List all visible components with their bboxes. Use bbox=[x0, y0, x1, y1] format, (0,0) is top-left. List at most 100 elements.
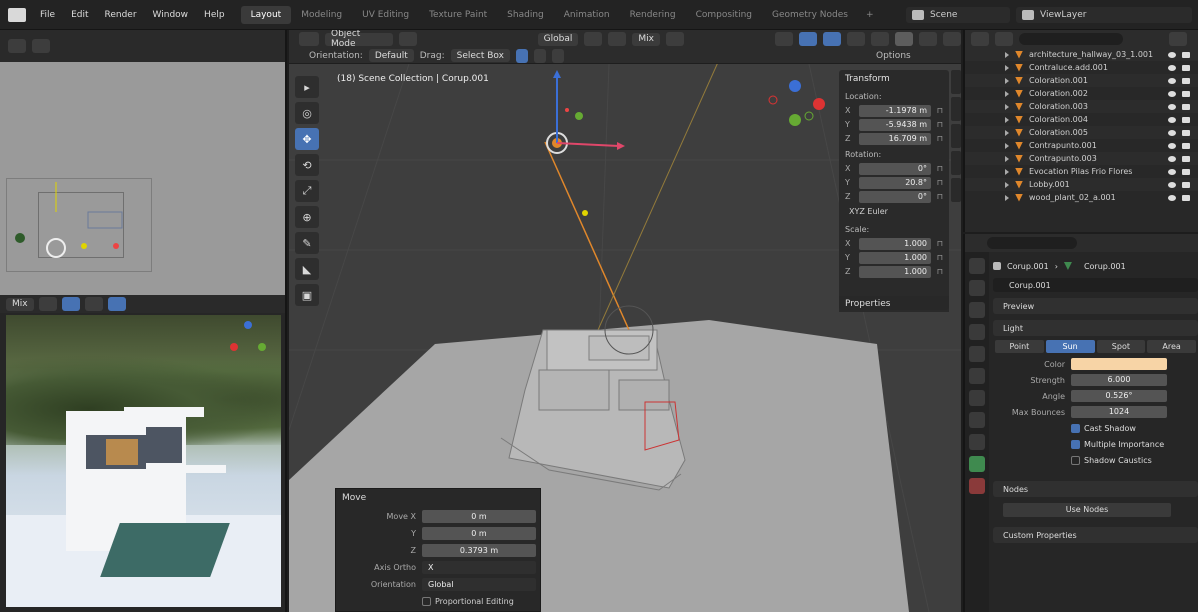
camera-icon[interactable] bbox=[1182, 64, 1190, 71]
eye-icon[interactable] bbox=[1168, 181, 1176, 188]
sidebar-tab-edit[interactable] bbox=[951, 151, 961, 175]
expand-icon[interactable] bbox=[1005, 103, 1009, 110]
expand-icon[interactable] bbox=[1005, 77, 1009, 84]
expand-icon[interactable] bbox=[1005, 51, 1009, 58]
editor-type-button[interactable] bbox=[971, 32, 989, 46]
shading-rendered-button[interactable] bbox=[943, 32, 961, 46]
tool-scale[interactable]: ⤢ bbox=[295, 180, 319, 202]
tab-layout[interactable]: Layout bbox=[240, 5, 292, 24]
outliner-item[interactable]: Coloration.005 bbox=[965, 126, 1198, 139]
custom-properties-header[interactable]: Custom Properties bbox=[993, 527, 1198, 543]
properties-search-input[interactable] bbox=[987, 237, 1077, 249]
expand-icon[interactable] bbox=[1005, 168, 1009, 175]
tab-geometry-nodes[interactable]: Geometry Nodes bbox=[762, 6, 858, 24]
scale-y-field[interactable]: 1.000 bbox=[859, 251, 931, 264]
select-mode-subtract-button[interactable] bbox=[551, 48, 564, 63]
use-nodes-button[interactable]: Use Nodes bbox=[1003, 503, 1171, 517]
display-mode-button[interactable] bbox=[995, 32, 1013, 46]
shadow-caustics-checkbox[interactable] bbox=[1071, 455, 1080, 465]
render-tab-icon[interactable] bbox=[969, 280, 985, 296]
color-swatch[interactable] bbox=[1071, 358, 1167, 370]
lock-icon[interactable]: ⊓ bbox=[931, 253, 943, 262]
light-type-sun[interactable]: Sun bbox=[1045, 340, 1095, 353]
expand-icon[interactable] bbox=[1005, 129, 1009, 136]
options-menu[interactable]: Options bbox=[876, 51, 911, 61]
overlay-button[interactable] bbox=[38, 297, 57, 311]
tab-uv-editing[interactable]: UV Editing bbox=[352, 6, 419, 24]
expand-icon[interactable] bbox=[1005, 90, 1009, 97]
scene-selector[interactable]: Scene bbox=[906, 7, 1010, 23]
top-view-viewport[interactable] bbox=[0, 30, 287, 295]
xray-button[interactable] bbox=[847, 32, 865, 46]
camera-icon[interactable] bbox=[1182, 129, 1190, 136]
lock-icon[interactable]: ⊓ bbox=[931, 134, 943, 143]
view-layer-selector[interactable]: ViewLayer bbox=[1016, 7, 1192, 23]
menu-window[interactable]: Window bbox=[145, 10, 197, 20]
eye-icon[interactable] bbox=[1168, 168, 1176, 175]
eye-icon[interactable] bbox=[1168, 129, 1176, 136]
outliner-item[interactable]: Evocation Pilas Frio Flores bbox=[965, 165, 1198, 178]
lock-icon[interactable]: ⊓ bbox=[931, 267, 943, 276]
shading-rendered-button[interactable] bbox=[107, 297, 126, 311]
menu-help[interactable]: Help bbox=[196, 10, 233, 20]
scale-x-field[interactable]: 1.000 bbox=[859, 237, 931, 250]
menu-render[interactable]: Render bbox=[97, 10, 145, 20]
main-3d-viewport[interactable]: Object Mode Global Mix Orientation: Defa… bbox=[289, 30, 961, 612]
world-tab-icon[interactable] bbox=[969, 368, 985, 384]
orientation-select[interactable]: Global bbox=[422, 578, 536, 591]
light-type-spot[interactable]: Spot bbox=[1096, 340, 1146, 353]
tab-shading[interactable]: Shading bbox=[497, 6, 554, 24]
tool-measure[interactable]: ◣ bbox=[295, 258, 319, 280]
lock-icon[interactable]: ⊓ bbox=[931, 164, 943, 173]
light-type-point[interactable]: Point bbox=[995, 340, 1044, 353]
outliner-item[interactable]: wood_plant_02_a.001 bbox=[965, 191, 1198, 204]
shading-solid-button[interactable] bbox=[84, 297, 103, 311]
add-workspace-button[interactable]: + bbox=[858, 10, 882, 20]
tab-rendering[interactable]: Rendering bbox=[620, 6, 686, 24]
view-menu-button[interactable] bbox=[399, 32, 418, 46]
axis-ortho-select[interactable]: X bbox=[422, 561, 536, 574]
eye-icon[interactable] bbox=[1168, 116, 1176, 123]
camera-icon[interactable] bbox=[1182, 116, 1190, 123]
eye-icon[interactable] bbox=[1168, 90, 1176, 97]
camera-icon[interactable] bbox=[1182, 77, 1190, 84]
tab-animation[interactable]: Animation bbox=[554, 6, 620, 24]
expand-icon[interactable] bbox=[1005, 194, 1009, 201]
eye-icon[interactable] bbox=[1168, 64, 1176, 71]
light-panel-header[interactable]: Light bbox=[993, 320, 1198, 336]
gizmo-button[interactable] bbox=[61, 297, 80, 311]
editor-type-button[interactable] bbox=[299, 32, 319, 46]
orientation-select[interactable]: Default bbox=[368, 49, 414, 62]
drag-select[interactable]: Select Box bbox=[450, 49, 510, 62]
camera-icon[interactable] bbox=[1182, 90, 1190, 97]
eye-icon[interactable] bbox=[1168, 103, 1176, 110]
camera-icon[interactable] bbox=[1182, 168, 1190, 175]
outliner-item[interactable]: Coloration.002 bbox=[965, 87, 1198, 100]
outliner-item[interactable]: Contraluce.add.001 bbox=[965, 61, 1198, 74]
outliner-item[interactable]: Coloration.003 bbox=[965, 100, 1198, 113]
select-mode-extend-button[interactable] bbox=[533, 48, 546, 63]
camera-icon[interactable] bbox=[1182, 155, 1190, 162]
tool-rotate[interactable]: ⟲ bbox=[295, 154, 319, 176]
rotation-y-field[interactable]: 20.8° bbox=[859, 176, 931, 189]
scale-z-field[interactable]: 1.000 bbox=[859, 265, 931, 278]
sidebar-tab-item[interactable] bbox=[951, 70, 961, 94]
expand-icon[interactable] bbox=[1005, 181, 1009, 188]
outliner-search-input[interactable] bbox=[1019, 33, 1123, 45]
shading-wire-button[interactable] bbox=[871, 32, 889, 46]
camera-icon[interactable] bbox=[1182, 194, 1190, 201]
move-z-field[interactable]: 0.3793 m bbox=[422, 544, 536, 557]
texture-tab-icon[interactable] bbox=[969, 478, 985, 494]
light-type-area[interactable]: Area bbox=[1147, 340, 1196, 353]
outliner-item[interactable]: Coloration.001 bbox=[965, 74, 1198, 87]
rotation-mode-select[interactable]: XYZ Euler bbox=[845, 206, 943, 218]
sidebar-tab-tool[interactable] bbox=[951, 97, 961, 121]
pivot-button[interactable] bbox=[584, 32, 603, 46]
tool-cursor[interactable]: ◎ bbox=[295, 102, 319, 124]
sidebar-tab-view[interactable] bbox=[951, 124, 961, 148]
scene-tab-icon[interactable] bbox=[969, 346, 985, 362]
rotation-x-field[interactable]: 0° bbox=[859, 162, 931, 175]
expand-icon[interactable] bbox=[1005, 142, 1009, 149]
tool-transform[interactable]: ⊕ bbox=[295, 206, 319, 228]
rotation-z-field[interactable]: 0° bbox=[859, 190, 931, 203]
